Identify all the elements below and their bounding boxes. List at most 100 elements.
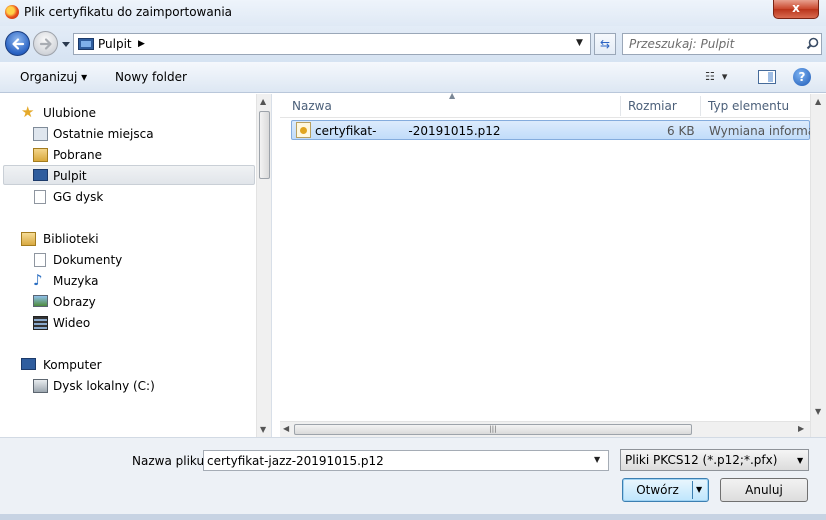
file-list: ▲ Nazwa Rozmiar Typ elementu certyfikat-… xyxy=(280,91,826,437)
split-divider xyxy=(692,481,693,499)
preview-pane-icon[interactable] xyxy=(758,70,776,84)
downloads-folder-icon xyxy=(33,148,48,162)
nav-group-favorites[interactable]: ★ Ulubione xyxy=(0,103,256,123)
sidebar-item-label: GG dysk xyxy=(53,190,104,204)
column-divider[interactable] xyxy=(700,96,701,116)
scroll-right-icon[interactable]: ▶ xyxy=(798,424,804,433)
libraries-icon xyxy=(21,232,36,246)
document-icon xyxy=(34,190,46,204)
chevron-down-icon[interactable]: ▼ xyxy=(696,485,702,494)
address-bar[interactable]: Pulpit ▶ ▼ xyxy=(73,33,591,55)
nav-group-libraries[interactable]: Biblioteki xyxy=(0,229,256,249)
file-list-horizontal-scrollbar[interactable]: ◀ ||| ▶ xyxy=(280,421,810,437)
column-divider[interactable] xyxy=(620,96,621,116)
desktop-icon xyxy=(78,38,94,50)
scroll-up-icon[interactable]: ▲ xyxy=(260,97,266,106)
sidebar-item-recent-places[interactable]: Ostatnie miejsca xyxy=(0,124,256,144)
file-row[interactable]: certyfikat- -20191015.p12 6 KB Wymiana in… xyxy=(291,120,826,140)
documents-icon xyxy=(34,253,46,267)
computer-icon xyxy=(21,358,36,370)
column-type[interactable]: Typ elementu xyxy=(708,99,789,113)
new-folder-button[interactable]: Nowy folder xyxy=(115,70,187,84)
open-button-label: Otwórz xyxy=(636,483,679,497)
sidebar-item-label: Dokumenty xyxy=(53,253,123,267)
filetype-value: Pliki PKCS12 (*.p12;*.pfx) xyxy=(625,453,778,467)
search-placeholder: Przeszukaj: Pulpit xyxy=(629,37,735,51)
sidebar-item-local-disk[interactable]: Dysk lokalny (C:) xyxy=(0,376,256,396)
sidebar-item-video[interactable]: Wideo xyxy=(0,313,256,333)
firefox-icon xyxy=(5,5,19,19)
scroll-left-icon[interactable]: ◀ xyxy=(283,424,289,433)
arrow-right-icon xyxy=(39,38,52,50)
sidebar-item-gg-drive[interactable]: GG dysk xyxy=(0,187,256,207)
nav-group-label: Ulubione xyxy=(43,106,97,120)
command-toolbar: Organizuj ▾ Nowy folder ☷ ▾ ? xyxy=(0,62,826,93)
chevron-down-icon[interactable]: ▼ xyxy=(797,456,803,465)
scroll-down-icon[interactable]: ▼ xyxy=(260,425,266,434)
window-border xyxy=(0,514,826,520)
scroll-down-icon[interactable]: ▼ xyxy=(815,407,821,416)
sidebar-item-music[interactable]: ♪ Muzyka xyxy=(0,271,256,291)
address-location[interactable]: Pulpit xyxy=(98,37,132,51)
view-options-icon[interactable]: ☷ ▾ xyxy=(705,70,727,83)
chevron-down-icon[interactable]: ▼ xyxy=(594,455,600,464)
video-icon xyxy=(33,316,48,330)
sidebar-item-pictures[interactable]: Obrazy xyxy=(0,292,256,312)
recent-pages-dropdown-icon[interactable] xyxy=(61,40,71,48)
file-type: Wymiana informa... xyxy=(709,124,826,138)
arrow-left-icon xyxy=(12,38,25,50)
sidebar-item-label: Wideo xyxy=(53,316,91,330)
file-name-prefix: certyfikat- xyxy=(315,124,377,138)
navigation-scrollbar[interactable]: ▲ ▼ xyxy=(256,94,271,437)
refresh-icon: ⇆ xyxy=(599,37,611,51)
dialog-footer: Nazwa pliku: ▼ Pliki PKCS12 (*.p12;*.pfx… xyxy=(0,437,826,520)
search-input[interactable]: Przeszukaj: Pulpit xyxy=(622,33,822,55)
sidebar-item-label: Pulpit xyxy=(53,169,87,183)
file-name-suffix: -20191015.p12 xyxy=(408,124,501,138)
sort-ascending-icon: ▲ xyxy=(449,91,456,100)
star-icon: ★ xyxy=(21,103,35,121)
search-icon[interactable] xyxy=(806,37,819,50)
local-disk-icon xyxy=(33,379,48,393)
nav-group-label: Biblioteki xyxy=(43,232,99,246)
open-button[interactable]: Otwórz ▼ xyxy=(622,478,709,502)
title-bar: Plik certyfikatu do zaimportowania x xyxy=(0,0,826,26)
sidebar-item-desktop[interactable]: Pulpit xyxy=(0,166,256,186)
chevron-down-icon[interactable]: ▼ xyxy=(576,38,583,48)
cancel-button[interactable]: Anuluj xyxy=(720,478,808,502)
sidebar-item-label: Ostatnie miejsca xyxy=(53,127,154,141)
file-name: certyfikat- -20191015.p12 xyxy=(315,124,501,138)
sidebar-item-downloads[interactable]: Pobrane xyxy=(0,145,256,165)
window-title: Plik certyfikatu do zaimportowania xyxy=(24,5,233,19)
forward-button[interactable] xyxy=(33,31,58,56)
navigation-pane: ★ Ulubione Ostatnie miejsca Pobrane Pulp… xyxy=(0,94,272,437)
scrollbar-thumb[interactable]: ||| xyxy=(294,424,692,435)
sidebar-item-label: Muzyka xyxy=(53,274,99,288)
sidebar-item-label: Obrazy xyxy=(53,295,96,309)
nav-group-label: Komputer xyxy=(43,358,102,372)
help-icon[interactable]: ? xyxy=(793,68,811,86)
refresh-button[interactable]: ⇆ xyxy=(594,33,616,55)
close-button[interactable]: x xyxy=(773,0,819,19)
sidebar-item-label: Pobrane xyxy=(53,148,103,162)
file-size: 6 KB xyxy=(667,124,695,138)
filetype-select[interactable]: Pliki PKCS12 (*.p12;*.pfx) ▼ xyxy=(620,449,809,471)
recent-places-icon xyxy=(33,127,48,141)
nav-group-computer[interactable]: Komputer xyxy=(0,355,256,375)
scroll-up-icon[interactable]: ▲ xyxy=(815,97,821,106)
chevron-right-icon[interactable]: ▶ xyxy=(138,39,145,49)
desktop-icon xyxy=(33,169,48,181)
scrollbar-thumb[interactable] xyxy=(259,111,270,179)
sidebar-item-label: Dysk lokalny (C:) xyxy=(53,379,155,393)
organize-button[interactable]: Organizuj ▾ xyxy=(20,70,87,84)
back-button[interactable] xyxy=(5,31,30,56)
column-header: ▲ Nazwa Rozmiar Typ elementu xyxy=(280,91,810,118)
filename-label: Nazwa pliku: xyxy=(132,454,209,468)
music-icon: ♪ xyxy=(33,271,43,289)
filename-field[interactable] xyxy=(203,450,609,471)
file-list-vertical-scrollbar[interactable]: ▲ ▼ xyxy=(810,94,826,437)
column-size[interactable]: Rozmiar xyxy=(628,99,677,113)
certificate-file-icon xyxy=(296,122,311,138)
sidebar-item-documents[interactable]: Dokumenty xyxy=(0,250,256,270)
column-name[interactable]: Nazwa xyxy=(292,99,332,113)
